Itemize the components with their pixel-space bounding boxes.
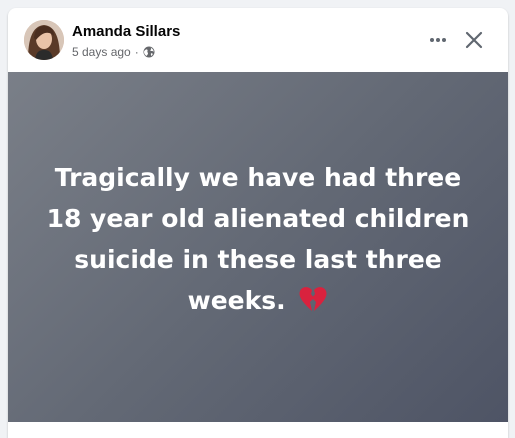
meta-separator: · (134, 45, 139, 59)
author-name[interactable]: Amanda Sillars (72, 22, 180, 41)
globe-icon[interactable] (143, 46, 155, 58)
post-header: Amanda Sillars 5 days ago · (8, 8, 508, 72)
post-meta: 5 days ago · (72, 44, 180, 60)
more-options-button[interactable] (422, 24, 454, 56)
post-timestamp[interactable]: 5 days ago (72, 44, 131, 60)
more-horizontal-icon (430, 38, 446, 42)
post-card: Amanda Sillars 5 days ago · Tragically w… (8, 8, 508, 438)
post-background[interactable]: Tragically we have had three 18 year old… (8, 72, 508, 422)
close-post-button[interactable] (458, 24, 490, 56)
avatar-image (24, 20, 64, 60)
post-footer (8, 422, 508, 438)
avatar[interactable] (24, 20, 64, 60)
broken-heart-icon (298, 284, 328, 325)
close-icon (465, 31, 483, 49)
post-text: Tragically we have had three 18 year old… (46, 162, 470, 315)
author-block: Amanda Sillars 5 days ago · (72, 22, 180, 60)
post-text-block: Tragically we have had three 18 year old… (38, 157, 478, 325)
